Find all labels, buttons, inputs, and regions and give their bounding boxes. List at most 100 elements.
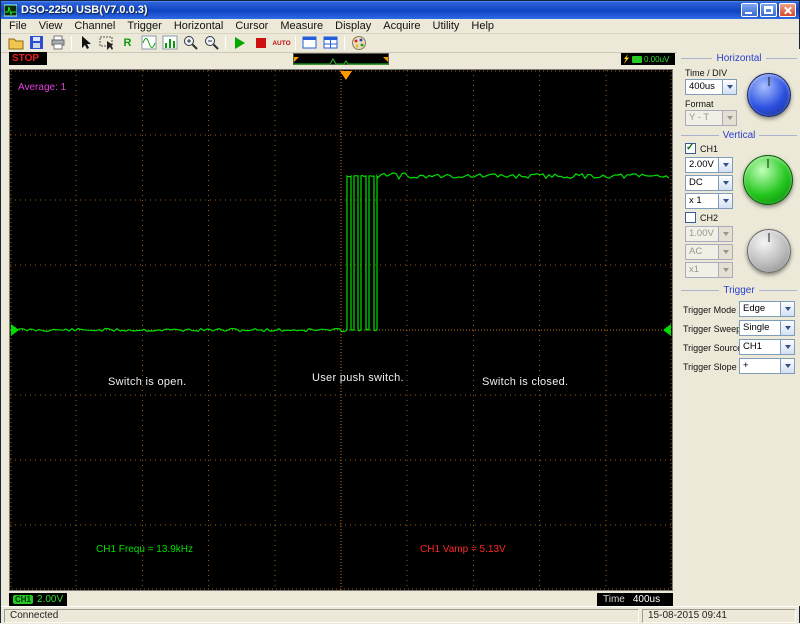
- chevron-down-icon[interactable]: [718, 194, 732, 208]
- datetime-status: 15-08-2015 09:41: [642, 608, 796, 623]
- minimize-button[interactable]: [741, 3, 758, 17]
- ch2-volts-select[interactable]: 1.00V: [685, 226, 733, 242]
- menu-item-cursor[interactable]: Cursor: [229, 20, 274, 32]
- scope-display[interactable]: Average: 1 Switch is open. User push swi…: [9, 69, 673, 591]
- chevron-down-icon[interactable]: [718, 158, 732, 172]
- trigger-mode-select[interactable]: Edge: [739, 301, 795, 317]
- app-icon: [4, 4, 17, 17]
- save-icon[interactable]: [26, 35, 47, 52]
- chevron-down-icon: [718, 263, 732, 277]
- zoom-in-icon[interactable]: [180, 35, 201, 52]
- maximize-button[interactable]: [760, 3, 777, 17]
- print-icon[interactable]: [47, 35, 68, 52]
- chevron-down-icon[interactable]: [780, 340, 794, 354]
- trigger-slope-select[interactable]: +: [739, 358, 795, 374]
- cursor-icon[interactable]: [75, 35, 96, 52]
- menu-item-file[interactable]: File: [3, 20, 33, 32]
- refresh-icon[interactable]: R: [117, 35, 138, 52]
- timebase-value: 400us: [632, 594, 661, 605]
- trigger-level-value: 0.00uV: [644, 54, 670, 64]
- ch1-volts-select[interactable]: 2.00V: [685, 157, 733, 173]
- horizontal-preview[interactable]: [293, 53, 389, 65]
- menu-item-trigger[interactable]: Trigger: [121, 20, 167, 32]
- preview-waveform: [294, 58, 388, 65]
- connection-status: Connected: [4, 608, 639, 623]
- chevron-down-icon[interactable]: [780, 359, 794, 373]
- chevron-down-icon[interactable]: [718, 176, 732, 190]
- menu-item-help[interactable]: Help: [465, 20, 500, 32]
- horizontal-position-knob[interactable]: [747, 73, 791, 117]
- ch2-enable-row: CH2: [685, 212, 718, 223]
- preview-left-marker[interactable]: [294, 57, 299, 62]
- chevron-down-icon[interactable]: [780, 302, 794, 316]
- average-label: Average: 1: [18, 82, 67, 93]
- menu-item-display[interactable]: Display: [329, 20, 377, 32]
- menu-item-channel[interactable]: Channel: [68, 20, 121, 32]
- annotation-switch-closed: Switch is closed.: [482, 376, 569, 388]
- menu-item-view[interactable]: View: [33, 20, 69, 32]
- chevron-down-icon[interactable]: [780, 321, 794, 335]
- menu-item-acquire[interactable]: Acquire: [377, 20, 426, 32]
- palette-icon[interactable]: [348, 35, 369, 52]
- timebase-label: Time: [603, 594, 625, 605]
- trigger-mode-label: Trigger Mode: [683, 305, 737, 315]
- trigger-slope-label: Trigger Slope: [683, 362, 737, 372]
- trigger-level-readout: 0.00uV: [621, 53, 675, 65]
- preview-right-marker[interactable]: [383, 57, 388, 62]
- ch2-coupling-select[interactable]: AC: [685, 244, 733, 260]
- timebase-badge: Time 400us: [597, 593, 673, 606]
- window-title: DSO-2250 USB(V7.0.0.3): [21, 4, 148, 16]
- ch1-checkbox-label: CH1: [700, 143, 719, 154]
- ch1-pill: CH1: [13, 595, 34, 604]
- ch1-enable-row: CH1: [685, 142, 719, 154]
- trigger-sweep-label: Trigger Sweep: [683, 324, 742, 334]
- autoset-button[interactable]: AUTO: [271, 35, 292, 52]
- close-button[interactable]: [779, 3, 796, 17]
- ch1-coupling-select[interactable]: DC: [685, 175, 733, 191]
- zoom-out-icon[interactable]: [201, 35, 222, 52]
- quad-view-icon[interactable]: [320, 35, 341, 52]
- application-window: DSO-2250 USB(V7.0.0.3) File View Channel…: [0, 0, 800, 624]
- start-icon[interactable]: [229, 35, 250, 52]
- ch2-probe-select[interactable]: x1: [685, 262, 733, 278]
- trigger-position-marker[interactable]: [340, 71, 352, 80]
- measurement-frequency: CH1 Frequ = 13.9kHz: [96, 544, 193, 555]
- ch1-scale-badge: CH1 2.00V: [9, 593, 68, 606]
- open-icon[interactable]: [5, 35, 26, 52]
- format-select[interactable]: Y - T: [685, 110, 737, 126]
- ch2-checkbox-label: CH2: [700, 212, 719, 223]
- title-bar[interactable]: DSO-2250 USB(V7.0.0.3): [1, 1, 799, 19]
- ch1-probe-select[interactable]: x 1: [685, 193, 733, 209]
- stop-icon[interactable]: [250, 35, 271, 52]
- menu-item-horizontal[interactable]: Horizontal: [168, 20, 230, 32]
- timebase-select[interactable]: 400us: [685, 79, 737, 95]
- vertical-section-header: Vertical: [681, 130, 797, 141]
- single-view-icon[interactable]: [299, 35, 320, 52]
- trigger-sweep-select[interactable]: Single: [739, 320, 795, 336]
- select-zone-icon[interactable]: [96, 35, 117, 52]
- status-bar: Connected 15-08-2015 09:41: [1, 606, 799, 624]
- ch1-scale-value: 2.00V: [37, 594, 64, 605]
- ch2-position-knob[interactable]: [747, 229, 791, 273]
- ch1-checkbox[interactable]: [685, 142, 696, 154]
- ch1-position-knob[interactable]: [743, 155, 793, 205]
- chevron-down-icon: [718, 245, 732, 259]
- spectrum-icon[interactable]: [159, 35, 180, 52]
- run-state-badge: STOP: [9, 52, 47, 65]
- menu-bar: File View Channel Trigger Horizontal Cur…: [1, 19, 799, 34]
- chevron-down-icon[interactable]: [722, 80, 736, 94]
- chevron-down-icon: [718, 227, 732, 241]
- trigger-source-select[interactable]: CH1: [739, 339, 795, 355]
- control-panel: Horizontal Time / DIV 400us Format Y - T…: [677, 49, 800, 606]
- horizontal-section-header: Horizontal: [681, 53, 797, 64]
- chevron-down-icon: [722, 111, 736, 125]
- waveform-icon[interactable]: [138, 35, 159, 52]
- ch2-checkbox[interactable]: [685, 212, 696, 223]
- menu-item-utility[interactable]: Utility: [427, 20, 466, 32]
- annotation-push-switch: User push switch.: [312, 372, 404, 384]
- trigger-level-marker[interactable]: [663, 324, 671, 336]
- measurement-vamp: CH1 Vamp = 5.13V: [420, 544, 506, 555]
- channel-pill: [632, 55, 642, 63]
- menu-item-measure[interactable]: Measure: [274, 20, 329, 32]
- channel-position-marker[interactable]: [11, 324, 19, 336]
